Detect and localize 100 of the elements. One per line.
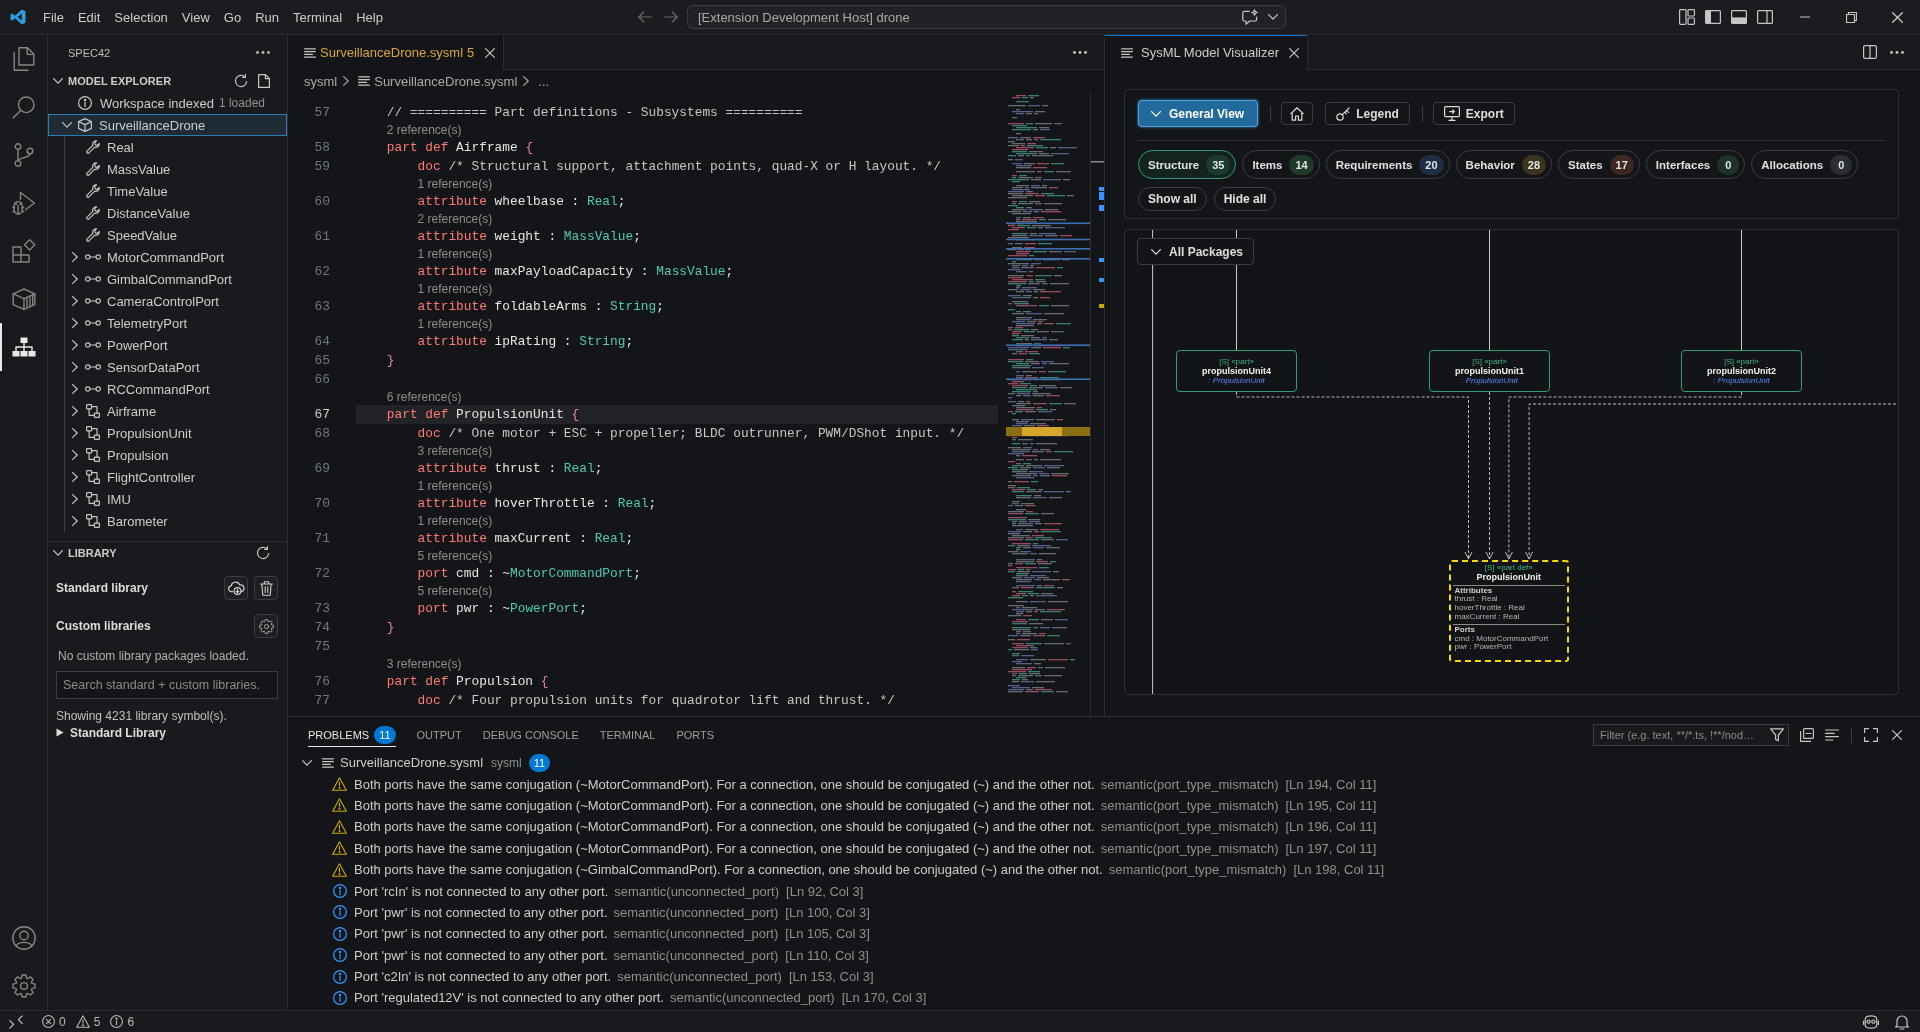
- menu-item[interactable]: Run: [248, 5, 286, 29]
- tree-item[interactable]: SurveillanceDrone: [48, 114, 287, 136]
- filter-icon[interactable]: [1770, 727, 1784, 742]
- code-lens[interactable]: 2 reference(s): [417, 212, 493, 226]
- export-button[interactable]: Export: [1432, 102, 1515, 125]
- command-center[interactable]: [Extension Development Host] drone: [687, 5, 1286, 29]
- filter-field[interactable]: Filter (e.g. text, **/*.ts, !**/nod…: [1593, 723, 1789, 746]
- tree-item[interactable]: PropulsionUnit: [48, 422, 287, 444]
- restore-icon[interactable]: [1845, 11, 1857, 23]
- editor-tab[interactable]: SysML Model Visualizer: [1105, 35, 1308, 70]
- arrow-left-icon[interactable]: [638, 11, 652, 23]
- tree-item[interactable]: RCCommandPort: [48, 378, 287, 400]
- panel-tab[interactable]: PORTS: [676, 722, 715, 747]
- code-lens[interactable]: 1 reference(s): [417, 479, 493, 493]
- refresh-icon[interactable]: [234, 74, 248, 88]
- code-lens[interactable]: 1 reference(s): [417, 514, 493, 528]
- part-node[interactable]: [S] «part» propulsionUnit1 : PropulsionUnit: [1429, 350, 1550, 392]
- close-icon[interactable]: [485, 47, 496, 58]
- tree-item[interactable]: Airframe: [48, 400, 287, 422]
- tree-item[interactable]: FlightController: [48, 466, 287, 488]
- breadcrumb-item[interactable]: SurveillanceDrone.sysml: [358, 73, 518, 89]
- section-header[interactable]: LIBRARY: [48, 542, 256, 564]
- section-header[interactable]: MODEL EXPLORER: [48, 70, 234, 92]
- search-field[interactable]: Search standard + custom libraries.: [56, 671, 278, 699]
- editor-tab[interactable]: SurveillanceDrone.sysml 5: [288, 35, 505, 70]
- collapse-all-icon[interactable]: [1800, 727, 1814, 742]
- breadcrumb-item[interactable]: sysml: [304, 73, 338, 89]
- right-pane-icon[interactable]: [1757, 10, 1773, 24]
- code-lens[interactable]: 5 reference(s): [417, 584, 493, 598]
- tree-item[interactable]: MotorCommandPort: [48, 246, 287, 268]
- scope-dropdown[interactable]: All Packages: [1137, 238, 1255, 265]
- tree-item[interactable]: TimeValue: [48, 180, 287, 202]
- download-button[interactable]: [224, 576, 248, 600]
- breadcrumb-item[interactable]: ...: [538, 73, 550, 89]
- menu-item[interactable]: File: [36, 5, 71, 29]
- part-node[interactable]: [S] «part» propulsionUnit2 : PropulsionUnit: [1681, 350, 1802, 392]
- tree-item[interactable]: Propulsion: [48, 444, 287, 466]
- problems-status[interactable]: 0 5 6: [36, 1011, 141, 1032]
- menu-item[interactable]: Terminal: [286, 5, 350, 29]
- menu-item[interactable]: View: [174, 5, 217, 29]
- menu-item[interactable]: Help: [349, 5, 390, 29]
- ellipsis-icon[interactable]: [1890, 50, 1904, 54]
- tree-item[interactable]: SpeedValue: [48, 224, 287, 246]
- list-icon[interactable]: [1825, 728, 1839, 741]
- tree-item[interactable]: SensorDataPort: [48, 356, 287, 378]
- ellipsis-icon[interactable]: [1073, 50, 1087, 54]
- tree-item[interactable]: Barometer: [48, 510, 287, 532]
- angle-brackets-icon[interactable]: [9, 1014, 23, 1029]
- bottom-pane-icon[interactable]: [1731, 10, 1747, 24]
- home-button[interactable]: [1281, 102, 1314, 125]
- layout-icon[interactable]: [1679, 9, 1695, 25]
- left-pane-icon[interactable]: [1705, 10, 1721, 24]
- chevron-down-icon[interactable]: [302, 759, 312, 766]
- part-node[interactable]: [S] «part» propulsionUnit4 : PropulsionUnit: [1176, 350, 1297, 392]
- code-lens[interactable]: 1 reference(s): [417, 282, 493, 296]
- menu-item[interactable]: Edit: [70, 5, 108, 29]
- tree-item[interactable]: PowerPort: [48, 334, 287, 356]
- panel-tab[interactable]: TERMINAL: [599, 722, 656, 747]
- code-lens[interactable]: 5 reference(s): [417, 549, 493, 563]
- close-icon[interactable]: [1289, 47, 1299, 58]
- tree-toggle[interactable]: Standard Library: [56, 724, 278, 741]
- filter-chip[interactable]: Structure 35: [1138, 150, 1237, 179]
- code-lens[interactable]: 2 reference(s): [386, 123, 462, 137]
- code-lens[interactable]: 1 reference(s): [417, 247, 493, 261]
- code-lens[interactable]: 3 reference(s): [417, 444, 493, 458]
- ellipsis-icon[interactable]: [256, 51, 270, 54]
- code-lens[interactable]: 1 reference(s): [417, 317, 493, 331]
- tree-item[interactable]: DistanceValue: [48, 202, 287, 224]
- definition-node[interactable]: [S] «part def» PropulsionUnit Attributes thrust : Real hoverThrottle : Real maxCurrent : Real Ports cmd : MotorCommandPort pwr : PowerPort: [1448, 559, 1569, 662]
- tree-item[interactable]: CameraControlPort: [48, 290, 287, 312]
- settings-button[interactable]: [254, 614, 278, 638]
- code-lens[interactable]: 6 reference(s): [386, 390, 462, 404]
- minimap[interactable]: [1006, 92, 1104, 716]
- arrow-right-icon[interactable]: [664, 11, 678, 23]
- tree-item[interactable]: Real: [48, 136, 287, 158]
- close-icon[interactable]: [1892, 729, 1902, 740]
- panel-tab[interactable]: DEBUG CONSOLE: [482, 722, 579, 747]
- code-lens[interactable]: 1 reference(s): [417, 177, 493, 191]
- close-icon[interactable]: [1891, 11, 1903, 23]
- tree-item[interactable]: IMU: [48, 488, 287, 510]
- legend-button[interactable]: Legend: [1325, 102, 1410, 125]
- menu-item[interactable]: Go: [216, 5, 249, 29]
- code-lens[interactable]: 3 reference(s): [386, 657, 462, 671]
- tree-item[interactable]: MassValue: [48, 158, 287, 180]
- delete-button[interactable]: [254, 576, 278, 600]
- tree-item[interactable]: TelemetryPort: [48, 312, 287, 334]
- new-file-icon[interactable]: [258, 74, 270, 88]
- refresh-icon[interactable]: [256, 546, 270, 560]
- bell-icon[interactable]: [1895, 1013, 1909, 1030]
- panel-tab[interactable]: PROBLEMS 11: [308, 722, 396, 747]
- linked-boxes-icon: [86, 492, 100, 506]
- panel-tab[interactable]: OUTPUT: [416, 722, 462, 747]
- view-dropdown[interactable]: General View: [1138, 100, 1259, 127]
- maximize-icon[interactable]: [1864, 727, 1878, 742]
- robot-face-icon[interactable]: [1863, 1014, 1879, 1029]
- info-icon: [332, 991, 347, 1005]
- tree-item[interactable]: GimbalCommandPort: [48, 268, 287, 290]
- menu-item[interactable]: Selection: [107, 5, 175, 29]
- split-icon[interactable]: [1863, 45, 1877, 59]
- problem-location: [Ln 170, Col 3]: [841, 990, 927, 1006]
